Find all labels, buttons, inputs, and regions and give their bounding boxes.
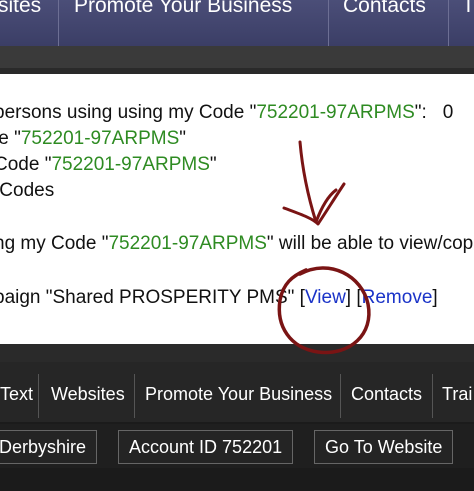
footer-nav-item-websites[interactable]: Websites [51,384,125,405]
top-nav-item-promote[interactable]: Promote Your Business [74,0,292,18]
top-nav-item-websites[interactable]: sites [0,0,41,18]
footer-info-row: Derbyshire Account ID 752201 Go To Websi… [0,424,474,468]
codes-line: /Codes [0,180,55,201]
location-box: Derbyshire [0,430,98,464]
promo-code: 752201-97ARPMS [51,154,210,175]
code-line-2: le "752201-97ARPMS" [0,128,186,149]
top-nav: sites Promote Your Business Contacts T [0,0,474,46]
page-gap [0,46,474,68]
footer-nav-item-contacts[interactable]: Contacts [351,384,422,405]
go-to-website-button[interactable]: Go To Website [314,430,454,464]
top-nav-divider [448,0,449,46]
footer-nav-divider [432,374,433,418]
site-footer: Text Websites Promote Your Business Cont… [0,362,474,491]
footer-nav-item-training[interactable]: Trai [442,384,472,405]
footer-nav-item-text[interactable]: Text [0,384,33,405]
footer-nav: Text Websites Promote Your Business Cont… [0,362,474,422]
promo-code: 752201-97ARPMS [108,233,267,254]
footer-nav-divider [340,374,341,418]
view-link[interactable]: View [305,287,346,308]
top-nav-item-contacts[interactable]: Contacts [343,0,426,18]
top-nav-item-training[interactable]: T [462,0,474,18]
top-nav-divider [328,0,329,46]
remove-link[interactable]: Remove [362,287,433,308]
campaign-line: paign "Shared PROSPERITY PMS" [View] [Re… [0,287,438,308]
footer-nav-divider [38,374,39,418]
persons-using-line: persons using using my Code "752201-97AR… [0,102,454,123]
account-id-box: Account ID 752201 [118,430,294,464]
code-line-3: Code "752201-97ARPMS" [0,154,217,175]
footer-nav-item-promote[interactable]: Promote Your Business [145,384,332,405]
top-nav-divider [58,0,59,46]
promo-code: 752201-97ARPMS [256,102,415,123]
promo-code: 752201-97ARPMS [20,128,180,149]
persons-count: 0 [442,102,454,123]
view-permission-line: ng my Code "752201-97ARPMS" will be able… [0,233,474,254]
footer-nav-divider [134,374,135,418]
code-details-card: persons using using my Code "752201-97AR… [0,74,474,344]
